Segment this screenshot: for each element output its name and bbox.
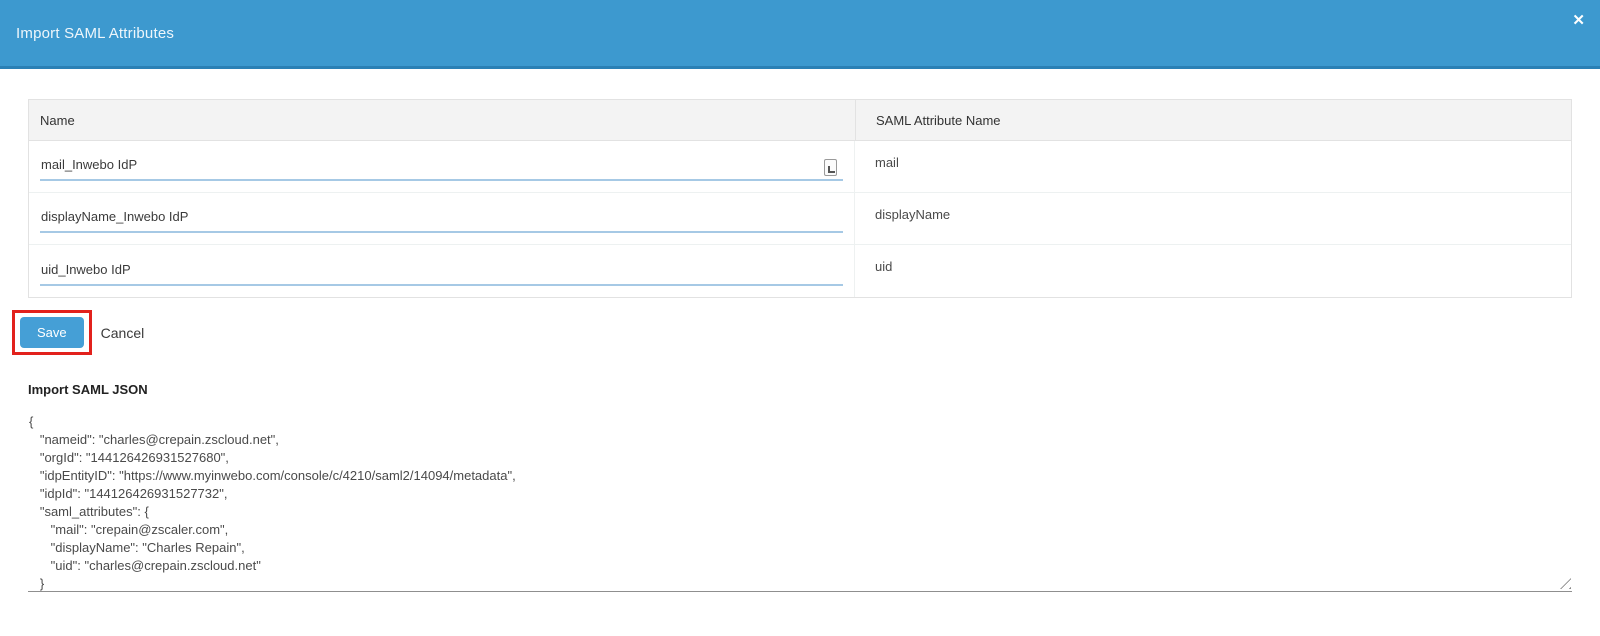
table-row: mail xyxy=(29,141,1571,193)
save-button[interactable]: Save xyxy=(20,317,84,348)
actions-row: Save Cancel xyxy=(28,310,1572,355)
name-input-displayname[interactable] xyxy=(40,209,843,233)
name-cell xyxy=(29,141,855,192)
import-saml-json-textarea[interactable]: { "nameid": "charles@crepain.zscloud.net… xyxy=(28,404,1572,592)
import-saml-json-label: Import SAML JSON xyxy=(28,382,1572,397)
name-cell xyxy=(29,245,855,297)
name-input-uid[interactable] xyxy=(40,262,843,286)
modal-content: Name SAML Attribute Name mail displayNam… xyxy=(28,99,1572,592)
table-row: displayName xyxy=(29,193,1571,245)
saml-attribute-value: uid xyxy=(855,245,1571,297)
saml-attribute-value: displayName xyxy=(855,193,1571,244)
table-row: uid xyxy=(29,245,1571,297)
column-header-name: Name xyxy=(29,100,855,140)
json-textarea-wrap: { "nameid": "charles@crepain.zscloud.net… xyxy=(28,404,1572,592)
cancel-button[interactable]: Cancel xyxy=(101,325,145,341)
autofill-extension-icon[interactable] xyxy=(824,159,837,176)
modal-header: Import SAML Attributes ✕ xyxy=(0,0,1600,69)
name-input-mail[interactable] xyxy=(40,157,843,181)
name-cell xyxy=(29,193,855,244)
close-icon[interactable]: ✕ xyxy=(1572,13,1585,28)
saml-attribute-value: mail xyxy=(855,141,1571,192)
column-header-saml-attribute-name: SAML Attribute Name xyxy=(855,100,1571,140)
modal-title: Import SAML Attributes xyxy=(16,25,174,42)
saml-attributes-table: Name SAML Attribute Name mail displayNam… xyxy=(28,99,1572,298)
table-header-row: Name SAML Attribute Name xyxy=(29,100,1571,141)
red-highlight-annotation: Save xyxy=(12,310,92,355)
